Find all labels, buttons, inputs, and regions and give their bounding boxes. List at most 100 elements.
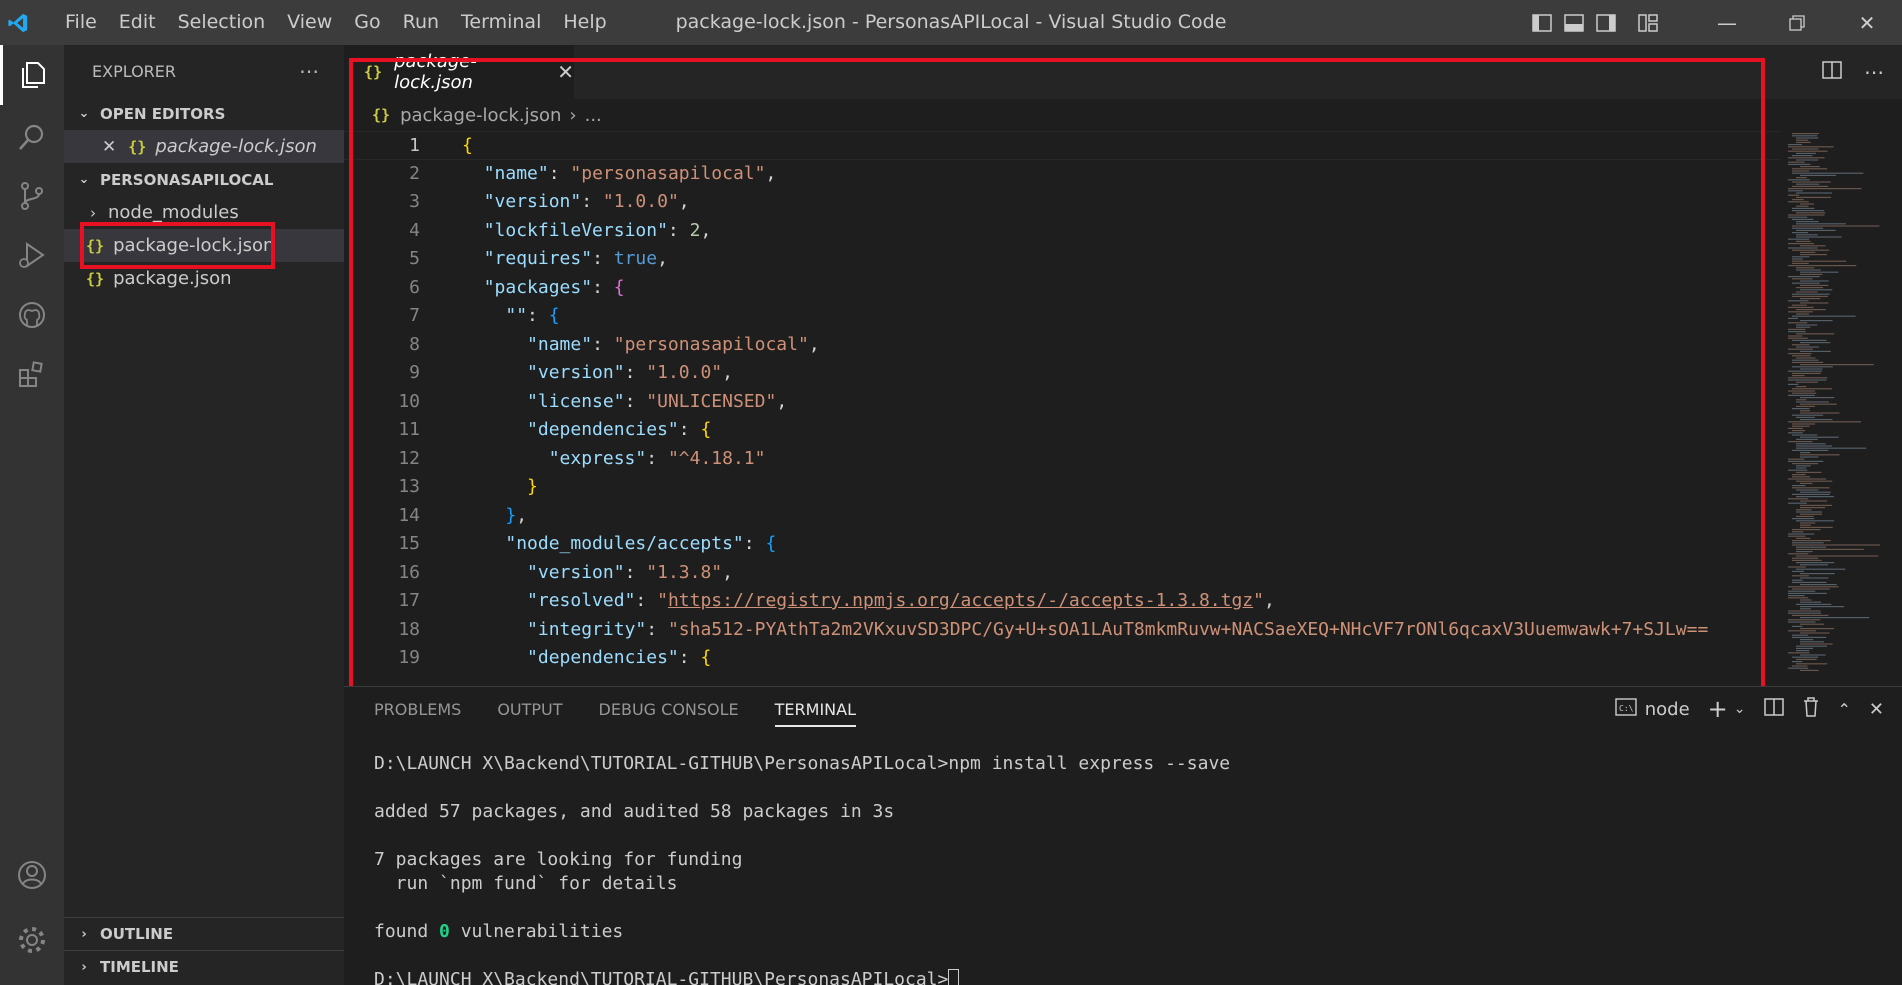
outline-section[interactable]: › OUTLINE [64,917,344,950]
open-editors-section[interactable]: ⌄ OPEN EDITORS [64,97,344,130]
close-icon[interactable]: ✕ [102,137,116,157]
terminal-cursor [948,969,960,985]
minimap-line [1796,223,1846,225]
minimap-line [1800,289,1833,291]
code-editor[interactable]: 1{ 2 "name": "personasapilocal", 3 "vers… [344,131,1780,678]
close-tab-icon[interactable]: ✕ [557,60,574,84]
tab-problems[interactable]: PROBLEMS [374,700,461,719]
menu-run[interactable]: Run [392,0,450,45]
resolved-link[interactable]: https://registry.npmjs.org/accepts/-/acc… [668,590,1253,611]
minimap-line [1792,570,1805,572]
toggle-panel-icon[interactable] [1564,13,1584,32]
minimap[interactable] [1780,131,1890,678]
menu-go[interactable]: Go [343,0,391,45]
menu-help[interactable]: Help [552,0,617,45]
minimap-line [1800,456,1819,458]
code-line: 10 "license": "UNLICENSED", [398,390,788,412]
toggle-secondary-sidebar-icon[interactable] [1596,13,1616,32]
search-icon[interactable] [0,107,64,167]
minimap-line [1788,595,1805,597]
menu-edit[interactable]: Edit [108,0,167,45]
toggle-sidebar-icon[interactable] [1532,13,1552,32]
tab-debug-console[interactable]: DEBUG CONSOLE [599,700,739,719]
file-tree-item-package[interactable]: {} package.json [64,262,344,295]
file-tree-item-node-modules[interactable]: › node_modules [64,196,344,229]
minimap-line [1792,636,1827,638]
code-line: 1{ [344,131,1780,160]
minimap-line [1788,377,1828,379]
project-section[interactable]: ⌄ PERSONASAPILOCAL [64,163,344,196]
menu-view[interactable]: View [276,0,343,45]
minimap-line [1796,471,1822,473]
tab-package-lock[interactable]: {} package-lock.json ✕ [344,45,574,99]
minimap-line [1800,639,1814,641]
minimap-line [1788,243,1814,245]
minimap-line [1796,159,1819,161]
minimap-line [1796,511,1823,513]
minimap-line [1792,172,1864,174]
chevron-down-icon[interactable]: ⌄ [1734,701,1746,717]
split-editor-icon[interactable] [1822,60,1842,84]
minimap-line [1800,436,1839,438]
minimap-line [1800,280,1829,282]
close-window-button[interactable]: ✕ [1832,0,1902,45]
new-terminal-icon[interactable]: + [1708,695,1728,723]
restore-button[interactable] [1762,0,1832,45]
minimap-line [1800,298,1821,300]
close-panel-icon[interactable]: ✕ [1869,699,1884,720]
breadcrumb-file[interactable]: package-lock.json [400,105,561,126]
minimap-line [1796,229,1836,231]
minimap-line [1792,588,1830,590]
terminal-selector[interactable]: C:\ node [1615,697,1690,721]
minimap-line [1788,498,1809,500]
trash-icon[interactable] [1802,696,1820,722]
tab-output[interactable]: OUTPUT [497,700,562,719]
menu-file[interactable]: File [54,0,108,45]
breadcrumb-rest[interactable]: ... [585,105,602,126]
run-debug-icon[interactable] [0,225,64,285]
menu-terminal[interactable]: Terminal [450,0,552,45]
source-control-icon[interactable] [0,166,64,226]
file-tree-item-package-lock[interactable]: {} package-lock.json [64,229,344,262]
minimap-line [1792,579,1803,581]
terminal-prompt[interactable]: D:\LAUNCH X\Backend\TUTORIAL-GITHUB\Pers… [374,969,960,985]
minimap-line [1792,372,1821,374]
json-file-icon: {} [128,137,147,156]
customize-layout-icon[interactable] [1638,13,1658,32]
explorer-icon[interactable] [0,45,64,105]
tab-terminal[interactable]: TERMINAL [774,700,857,727]
minimap-line [1796,287,1824,289]
minimap-line [1796,309,1826,311]
minimap-line [1788,188,1862,190]
minimap-line [1800,271,1839,273]
title-bar: File Edit Selection View Go Run Terminal… [0,0,1902,45]
minimize-button[interactable]: — [1692,0,1762,45]
more-actions-icon[interactable]: ⋯ [299,59,320,83]
extensions-icon[interactable] [0,345,64,405]
more-actions-icon[interactable]: ⋯ [1864,60,1884,84]
open-editor-item[interactable]: ✕ {} package-lock.json [64,130,344,163]
minimap-line [1792,529,1821,531]
github-icon[interactable] [0,285,64,345]
minimap-line [1792,476,1811,478]
minimap-line [1800,302,1829,304]
accounts-icon[interactable] [0,845,64,905]
code-line: 15 "node_modules/accepts": { [398,533,777,554]
minimap-line [1800,342,1831,344]
menu-selection[interactable]: Selection [167,0,277,45]
minimap-line [1796,399,1807,401]
minimap-line [1792,256,1810,258]
split-terminal-icon[interactable] [1763,697,1784,721]
minimap-line [1788,535,1806,537]
minimap-line [1796,663,1828,665]
minimap-line [1800,452,1811,454]
minimap-line [1800,251,1816,253]
minimap-line [1800,410,1811,412]
terminal-line: run `npm fund` for details [374,873,678,894]
settings-gear-icon[interactable] [0,910,64,970]
minimap-line [1800,320,1833,322]
timeline-section[interactable]: › TIMELINE [64,950,344,983]
minimap-line [1796,333,1835,335]
maximize-panel-icon[interactable]: ⌃ [1838,700,1851,719]
code-line: 6 "packages": { [409,276,625,298]
